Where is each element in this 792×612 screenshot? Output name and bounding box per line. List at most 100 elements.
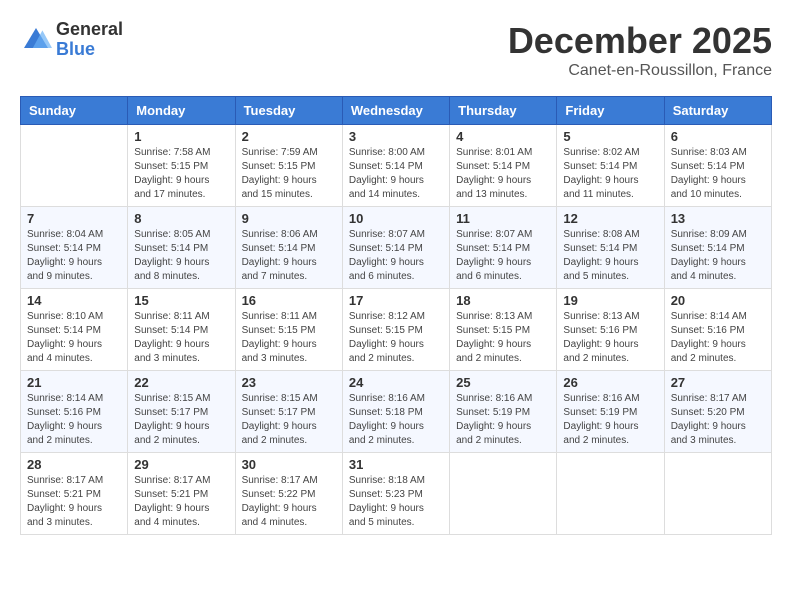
day-info: Sunrise: 8:17 AMSunset: 5:21 PMDaylight:… [134,474,228,530]
day-info: Sunrise: 8:13 AMSunset: 5:15 PMDaylight:… [456,310,550,366]
day-info: Sunrise: 8:07 AMSunset: 5:14 PMDaylight:… [456,228,550,284]
day-info: Sunrise: 8:15 AMSunset: 5:17 PMDaylight:… [134,392,228,448]
calendar-week-2: 7 Sunrise: 8:04 AMSunset: 5:14 PMDayligh… [21,207,772,289]
table-row: 5 Sunrise: 8:02 AMSunset: 5:14 PMDayligh… [557,125,664,207]
table-row: 9 Sunrise: 8:06 AMSunset: 5:14 PMDayligh… [235,207,342,289]
logo-blue: Blue [56,40,123,60]
header-tuesday: Tuesday [235,97,342,125]
day-info: Sunrise: 8:17 AMSunset: 5:22 PMDaylight:… [242,474,336,530]
calendar-week-4: 21 Sunrise: 8:14 AMSunset: 5:16 PMDaylig… [21,371,772,453]
day-number: 9 [242,211,336,226]
day-info: Sunrise: 8:01 AMSunset: 5:14 PMDaylight:… [456,146,550,202]
table-row: 1 Sunrise: 7:58 AMSunset: 5:15 PMDayligh… [128,125,235,207]
table-row [664,453,771,535]
day-info: Sunrise: 8:07 AMSunset: 5:14 PMDaylight:… [349,228,443,284]
day-info: Sunrise: 8:14 AMSunset: 5:16 PMDaylight:… [671,310,765,366]
table-row: 12 Sunrise: 8:08 AMSunset: 5:14 PMDaylig… [557,207,664,289]
table-row: 31 Sunrise: 8:18 AMSunset: 5:23 PMDaylig… [342,453,449,535]
day-info: Sunrise: 8:02 AMSunset: 5:14 PMDaylight:… [563,146,657,202]
day-info: Sunrise: 8:16 AMSunset: 5:19 PMDaylight:… [456,392,550,448]
table-row: 15 Sunrise: 8:11 AMSunset: 5:14 PMDaylig… [128,289,235,371]
day-info: Sunrise: 7:59 AMSunset: 5:15 PMDaylight:… [242,146,336,202]
day-number: 14 [27,293,121,308]
table-row: 14 Sunrise: 8:10 AMSunset: 5:14 PMDaylig… [21,289,128,371]
table-row: 29 Sunrise: 8:17 AMSunset: 5:21 PMDaylig… [128,453,235,535]
day-info: Sunrise: 8:17 AMSunset: 5:21 PMDaylight:… [27,474,121,530]
table-row: 21 Sunrise: 8:14 AMSunset: 5:16 PMDaylig… [21,371,128,453]
table-row [21,125,128,207]
day-info: Sunrise: 8:17 AMSunset: 5:20 PMDaylight:… [671,392,765,448]
day-number: 19 [563,293,657,308]
day-number: 12 [563,211,657,226]
day-number: 27 [671,375,765,390]
day-number: 26 [563,375,657,390]
day-number: 13 [671,211,765,226]
month-title: December 2025 [508,20,772,62]
day-info: Sunrise: 8:05 AMSunset: 5:14 PMDaylight:… [134,228,228,284]
day-number: 11 [456,211,550,226]
day-info: Sunrise: 8:09 AMSunset: 5:14 PMDaylight:… [671,228,765,284]
day-number: 24 [349,375,443,390]
day-number: 2 [242,129,336,144]
day-number: 15 [134,293,228,308]
table-row: 10 Sunrise: 8:07 AMSunset: 5:14 PMDaylig… [342,207,449,289]
day-info: Sunrise: 8:03 AMSunset: 5:14 PMDaylight:… [671,146,765,202]
day-number: 29 [134,457,228,472]
logo-text: General Blue [56,20,123,60]
table-row: 2 Sunrise: 7:59 AMSunset: 5:15 PMDayligh… [235,125,342,207]
table-row: 25 Sunrise: 8:16 AMSunset: 5:19 PMDaylig… [450,371,557,453]
day-number: 6 [671,129,765,144]
day-number: 23 [242,375,336,390]
day-info: Sunrise: 8:10 AMSunset: 5:14 PMDaylight:… [27,310,121,366]
day-info: Sunrise: 8:04 AMSunset: 5:14 PMDaylight:… [27,228,121,284]
table-row: 8 Sunrise: 8:05 AMSunset: 5:14 PMDayligh… [128,207,235,289]
table-row: 28 Sunrise: 8:17 AMSunset: 5:21 PMDaylig… [21,453,128,535]
table-row: 26 Sunrise: 8:16 AMSunset: 5:19 PMDaylig… [557,371,664,453]
page-header: General Blue December 2025 Canet-en-Rous… [20,20,772,80]
calendar-week-5: 28 Sunrise: 8:17 AMSunset: 5:21 PMDaylig… [21,453,772,535]
day-number: 25 [456,375,550,390]
day-info: Sunrise: 8:00 AMSunset: 5:14 PMDaylight:… [349,146,443,202]
day-number: 21 [27,375,121,390]
day-info: Sunrise: 8:16 AMSunset: 5:18 PMDaylight:… [349,392,443,448]
table-row: 24 Sunrise: 8:16 AMSunset: 5:18 PMDaylig… [342,371,449,453]
day-number: 30 [242,457,336,472]
day-info: Sunrise: 8:12 AMSunset: 5:15 PMDaylight:… [349,310,443,366]
header-saturday: Saturday [664,97,771,125]
table-row: 17 Sunrise: 8:12 AMSunset: 5:15 PMDaylig… [342,289,449,371]
day-info: Sunrise: 8:18 AMSunset: 5:23 PMDaylight:… [349,474,443,530]
calendar-week-1: 1 Sunrise: 7:58 AMSunset: 5:15 PMDayligh… [21,125,772,207]
table-row: 19 Sunrise: 8:13 AMSunset: 5:16 PMDaylig… [557,289,664,371]
header-thursday: Thursday [450,97,557,125]
table-row: 16 Sunrise: 8:11 AMSunset: 5:15 PMDaylig… [235,289,342,371]
day-number: 18 [456,293,550,308]
day-info: Sunrise: 8:06 AMSunset: 5:14 PMDaylight:… [242,228,336,284]
calendar-week-3: 14 Sunrise: 8:10 AMSunset: 5:14 PMDaylig… [21,289,772,371]
day-number: 20 [671,293,765,308]
table-row: 7 Sunrise: 8:04 AMSunset: 5:14 PMDayligh… [21,207,128,289]
day-info: Sunrise: 7:58 AMSunset: 5:15 PMDaylight:… [134,146,228,202]
table-row: 23 Sunrise: 8:15 AMSunset: 5:17 PMDaylig… [235,371,342,453]
table-row: 11 Sunrise: 8:07 AMSunset: 5:14 PMDaylig… [450,207,557,289]
header-friday: Friday [557,97,664,125]
day-number: 10 [349,211,443,226]
header-monday: Monday [128,97,235,125]
day-info: Sunrise: 8:11 AMSunset: 5:15 PMDaylight:… [242,310,336,366]
logo-icon [20,24,52,56]
table-row: 20 Sunrise: 8:14 AMSunset: 5:16 PMDaylig… [664,289,771,371]
calendar-header-row: Sunday Monday Tuesday Wednesday Thursday… [21,97,772,125]
day-info: Sunrise: 8:14 AMSunset: 5:16 PMDaylight:… [27,392,121,448]
day-number: 28 [27,457,121,472]
day-number: 31 [349,457,443,472]
table-row [557,453,664,535]
table-row [450,453,557,535]
day-info: Sunrise: 8:08 AMSunset: 5:14 PMDaylight:… [563,228,657,284]
header-wednesday: Wednesday [342,97,449,125]
header-sunday: Sunday [21,97,128,125]
day-number: 17 [349,293,443,308]
table-row: 3 Sunrise: 8:00 AMSunset: 5:14 PMDayligh… [342,125,449,207]
day-number: 5 [563,129,657,144]
table-row: 18 Sunrise: 8:13 AMSunset: 5:15 PMDaylig… [450,289,557,371]
table-row: 6 Sunrise: 8:03 AMSunset: 5:14 PMDayligh… [664,125,771,207]
table-row: 13 Sunrise: 8:09 AMSunset: 5:14 PMDaylig… [664,207,771,289]
